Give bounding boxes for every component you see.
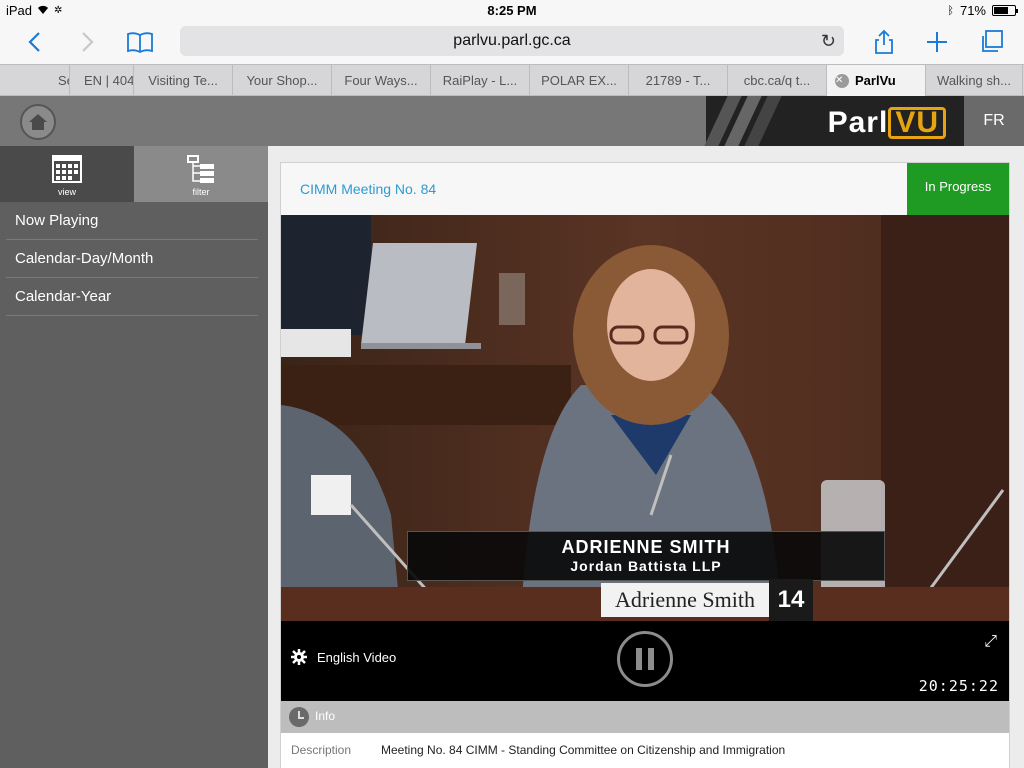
meeting-title[interactable]: CIMM Meeting No. 84 — [300, 181, 436, 197]
tab-item[interactable]: cbc.ca/q t... — [728, 65, 827, 96]
bluetooth-icon: ᛒ — [947, 4, 954, 17]
clock-icon — [289, 707, 309, 727]
filter-tree-icon — [187, 155, 214, 183]
tab-item[interactable]: Visiting Te... — [134, 65, 233, 96]
browser-toolbar: parlvu.parl.gc.ca ↻ — [0, 22, 1024, 64]
tab-item[interactable]: Your Shop... — [233, 65, 332, 96]
tab-item[interactable]: Se — [0, 65, 70, 96]
pause-icon — [636, 648, 642, 670]
fullscreen-icon[interactable]: ⤢ — [984, 633, 997, 651]
pause-button[interactable] — [617, 631, 673, 687]
status-badge: In Progress — [907, 163, 1009, 215]
sidebar-item-calendar-year[interactable]: Calendar-Year — [6, 278, 258, 316]
tabs-icon — [982, 30, 1003, 52]
tab-item[interactable]: POLAR EX... — [530, 65, 629, 96]
info-tab[interactable]: Info — [281, 701, 1009, 733]
description-value: Meeting No. 84 CIMM - Standing Committee… — [381, 743, 786, 757]
nameplate: Adrienne Smith — [601, 583, 769, 617]
filter-button[interactable]: filter — [134, 146, 268, 202]
bookmarks-button[interactable] — [124, 26, 156, 58]
parlvu-logo[interactable]: Parl VU — [704, 96, 964, 146]
chevron-right-icon — [82, 32, 94, 52]
main-content: CIMM Meeting No. 84 In Progress ADRIENNE… — [268, 146, 1024, 768]
tabs-overview-button[interactable] — [976, 26, 1008, 58]
forward-button[interactable] — [72, 26, 104, 58]
view-label: view — [57, 187, 76, 197]
clock: 8:25 PM — [487, 3, 537, 18]
site-header: Parl VU FR — [0, 96, 1024, 146]
description-key: Description — [291, 743, 352, 757]
filter-label: filter — [192, 187, 210, 197]
home-icon — [29, 114, 47, 130]
info-label: Info — [315, 709, 336, 723]
audio-track-label: English Video — [317, 649, 397, 665]
tab-strip: Se EN | 404 Visiting Te... Your Shop... … — [0, 64, 1024, 96]
tab-item[interactable]: Walking sh... — [926, 65, 1023, 96]
url-text: parlvu.parl.gc.ca — [453, 32, 571, 49]
battery-icon — [992, 5, 1018, 16]
video-player[interactable]: ADRIENNE SMITH Jordan Battista LLP Adrie… — [281, 215, 1009, 621]
tab-item-active[interactable]: ✕ ParlVu — [827, 65, 926, 96]
sidebar-item-now-playing[interactable]: Now Playing — [6, 202, 258, 240]
timecode: 20:25:22 — [918, 677, 999, 695]
book-icon — [127, 32, 153, 53]
status-right: ᛒ 71% — [947, 3, 1018, 18]
address-bar[interactable]: parlvu.parl.gc.ca ↻ — [180, 26, 844, 56]
tab-item[interactable]: Four Ways... — [332, 65, 431, 96]
status-bar: iPad ✲ 8:25 PM ᛒ 71% — [0, 0, 1024, 22]
tab-item[interactable]: RaiPlay - L... — [431, 65, 530, 96]
logo-text-vu: VU — [888, 107, 946, 139]
reload-icon[interactable]: ↻ — [821, 26, 836, 56]
view-button[interactable]: view — [0, 146, 134, 202]
language-toggle[interactable]: FR — [964, 96, 1024, 146]
back-button[interactable] — [18, 26, 50, 58]
home-button[interactable] — [20, 104, 56, 140]
logo-text-parl: Parl — [827, 106, 889, 139]
meeting-header: CIMM Meeting No. 84 In Progress — [281, 163, 1009, 215]
speaker-caption: ADRIENNE SMITH Jordan Battista LLP — [407, 531, 885, 581]
speaker-organization: Jordan Battista LLP — [570, 558, 722, 574]
meeting-card: CIMM Meeting No. 84 In Progress ADRIENNE… — [280, 162, 1010, 768]
plus-icon — [927, 32, 947, 52]
sidebar-item-calendar-day-month[interactable]: Calendar-Day/Month — [6, 240, 258, 278]
share-button[interactable] — [868, 26, 900, 58]
seat-number: 14 — [769, 579, 813, 621]
speaker-name: ADRIENNE SMITH — [561, 537, 731, 557]
description-row: Description Meeting No. 84 CIMM - Standi… — [281, 733, 1009, 767]
battery-percent: 71% — [959, 3, 986, 18]
audio-track-selector[interactable]: English Video — [291, 649, 396, 665]
tab-item[interactable]: EN | 404 — [70, 65, 134, 96]
gear-icon — [291, 649, 307, 665]
sidebar: view filter Now Playing Calendar-Day/Mon… — [0, 146, 268, 768]
calendar-icon — [52, 155, 82, 183]
tab-item[interactable]: 21789 - T... — [629, 65, 728, 96]
chevron-left-icon — [28, 32, 40, 52]
new-tab-button[interactable] — [921, 26, 953, 58]
video-controls: English Video ⤢ 20:25:22 — [281, 621, 1009, 701]
share-icon — [875, 29, 893, 54]
close-tab-icon[interactable]: ✕ — [835, 74, 849, 88]
